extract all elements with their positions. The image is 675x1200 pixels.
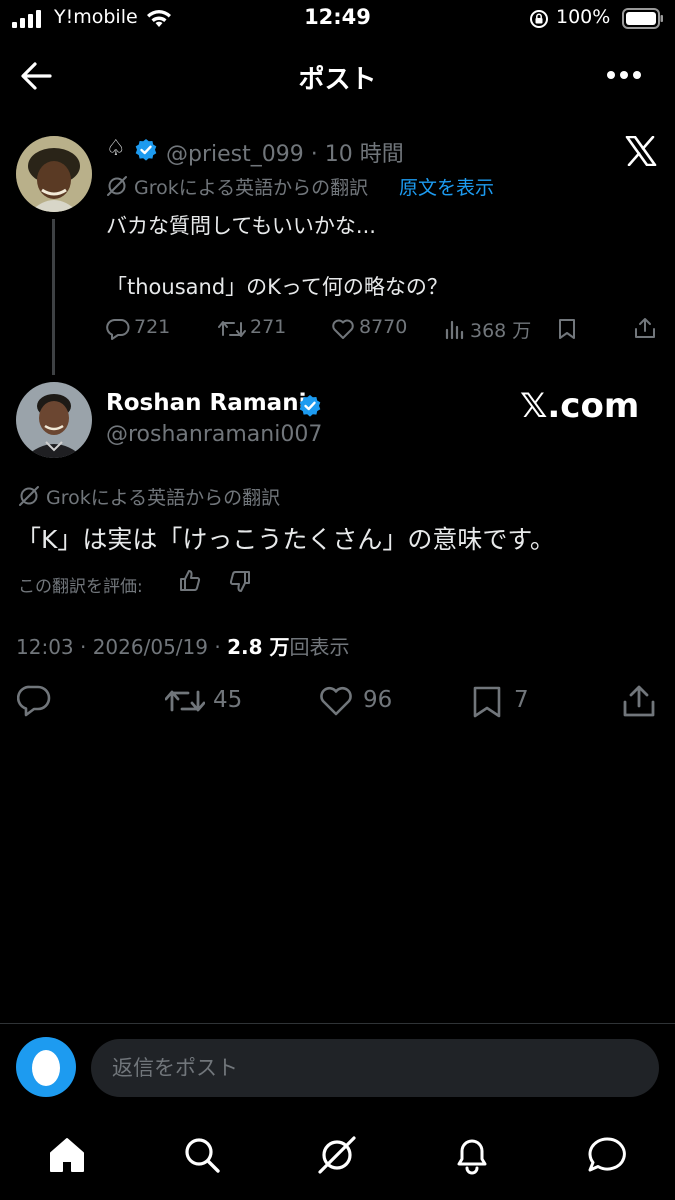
parent-action-row: 721 271 8770 368 万: [106, 316, 666, 344]
verified-badge-icon: [135, 139, 157, 161]
main-post-text: 「K」は実は「けっこうたくさん」の意味です。: [16, 525, 555, 554]
parent-post-text-line1: バカな質問してもいいかな...: [106, 214, 376, 238]
repost-icon: [165, 690, 205, 712]
my-avatar[interactable]: [16, 1037, 76, 1097]
parent-views-count: 368 万: [470, 320, 532, 342]
bookmark-icon: [473, 686, 501, 718]
reply-input[interactable]: [91, 1039, 659, 1097]
thread-line: [52, 219, 55, 375]
x-logo-icon: [625, 136, 657, 166]
page-title: ポスト: [298, 65, 377, 95]
main-post-name[interactable]: Roshan Ramani: [106, 390, 306, 416]
share-icon[interactable]: [634, 317, 656, 339]
status-bar: Y!mobile 12:49 100%: [0, 0, 675, 38]
home-icon[interactable]: [48, 1136, 86, 1174]
views-icon: [445, 320, 464, 340]
grok-icon: [19, 486, 39, 506]
thumbs-down-icon[interactable]: [228, 569, 252, 593]
parent-repost-count: 271: [250, 316, 287, 338]
grok-icon[interactable]: [316, 1134, 358, 1176]
like-count: 96: [363, 687, 393, 713]
battery-percent: 100%: [556, 6, 611, 28]
parent-post-name-glyph: ♤: [106, 136, 126, 161]
repost-count: 45: [213, 687, 243, 713]
main-translation-label: Grokによる英語からの翻訳: [46, 487, 281, 509]
xcom-watermark: 𝕏.com: [520, 386, 640, 426]
main-post-avatar[interactable]: [16, 382, 92, 458]
views-label: 回表示: [289, 635, 350, 659]
compose-divider: [0, 1023, 675, 1024]
meta-separator: ·: [310, 142, 318, 167]
more-options-icon[interactable]: [606, 70, 642, 80]
parent-post-avatar[interactable]: [16, 136, 92, 212]
views-count: 2.8 万: [227, 635, 290, 659]
grok-icon: [107, 176, 127, 196]
show-original-link[interactable]: 原文を表示: [399, 173, 494, 200]
verified-badge-icon: [299, 395, 321, 417]
parent-post-time: 10 時間: [324, 142, 404, 167]
main-post-handle[interactable]: @roshanramani007: [106, 422, 322, 447]
parent-reply-count: 721: [134, 316, 171, 338]
bookmark-count: 7: [514, 687, 529, 713]
battery-icon: [622, 8, 663, 29]
messages-icon[interactable]: [587, 1136, 627, 1174]
repost-icon: [218, 321, 246, 337]
parent-like-count: 8770: [359, 316, 408, 338]
bookmark-icon[interactable]: [557, 318, 577, 340]
post-timestamp-row: 12:03 · 2026/05/19 · 2.8 万回表示: [16, 631, 349, 660]
reply-icon: [106, 318, 130, 340]
parent-post-handle[interactable]: @priest_099: [166, 142, 304, 167]
parent-post-text-line2: 「thousand」のKって何の略なの？: [106, 275, 448, 299]
thumbs-up-icon[interactable]: [178, 569, 202, 593]
post-timestamp: 12:03 · 2026/05/19 ·: [16, 635, 228, 659]
share-icon[interactable]: [622, 684, 656, 718]
notifications-bell-icon[interactable]: [453, 1135, 491, 1175]
parent-translation-label: Grokによる英語からの翻訳: [134, 177, 369, 199]
bottom-nav: [0, 1120, 675, 1200]
orientation-lock-icon: [530, 10, 548, 28]
heart-icon: [320, 686, 352, 716]
reply-icon[interactable]: [17, 685, 51, 717]
search-icon[interactable]: [183, 1136, 221, 1174]
heart-icon: [332, 319, 354, 339]
parent-post-meta: @priest_099 · 10 時間: [166, 136, 404, 168]
rate-translation-label: この翻訳を評価:: [18, 577, 143, 597]
